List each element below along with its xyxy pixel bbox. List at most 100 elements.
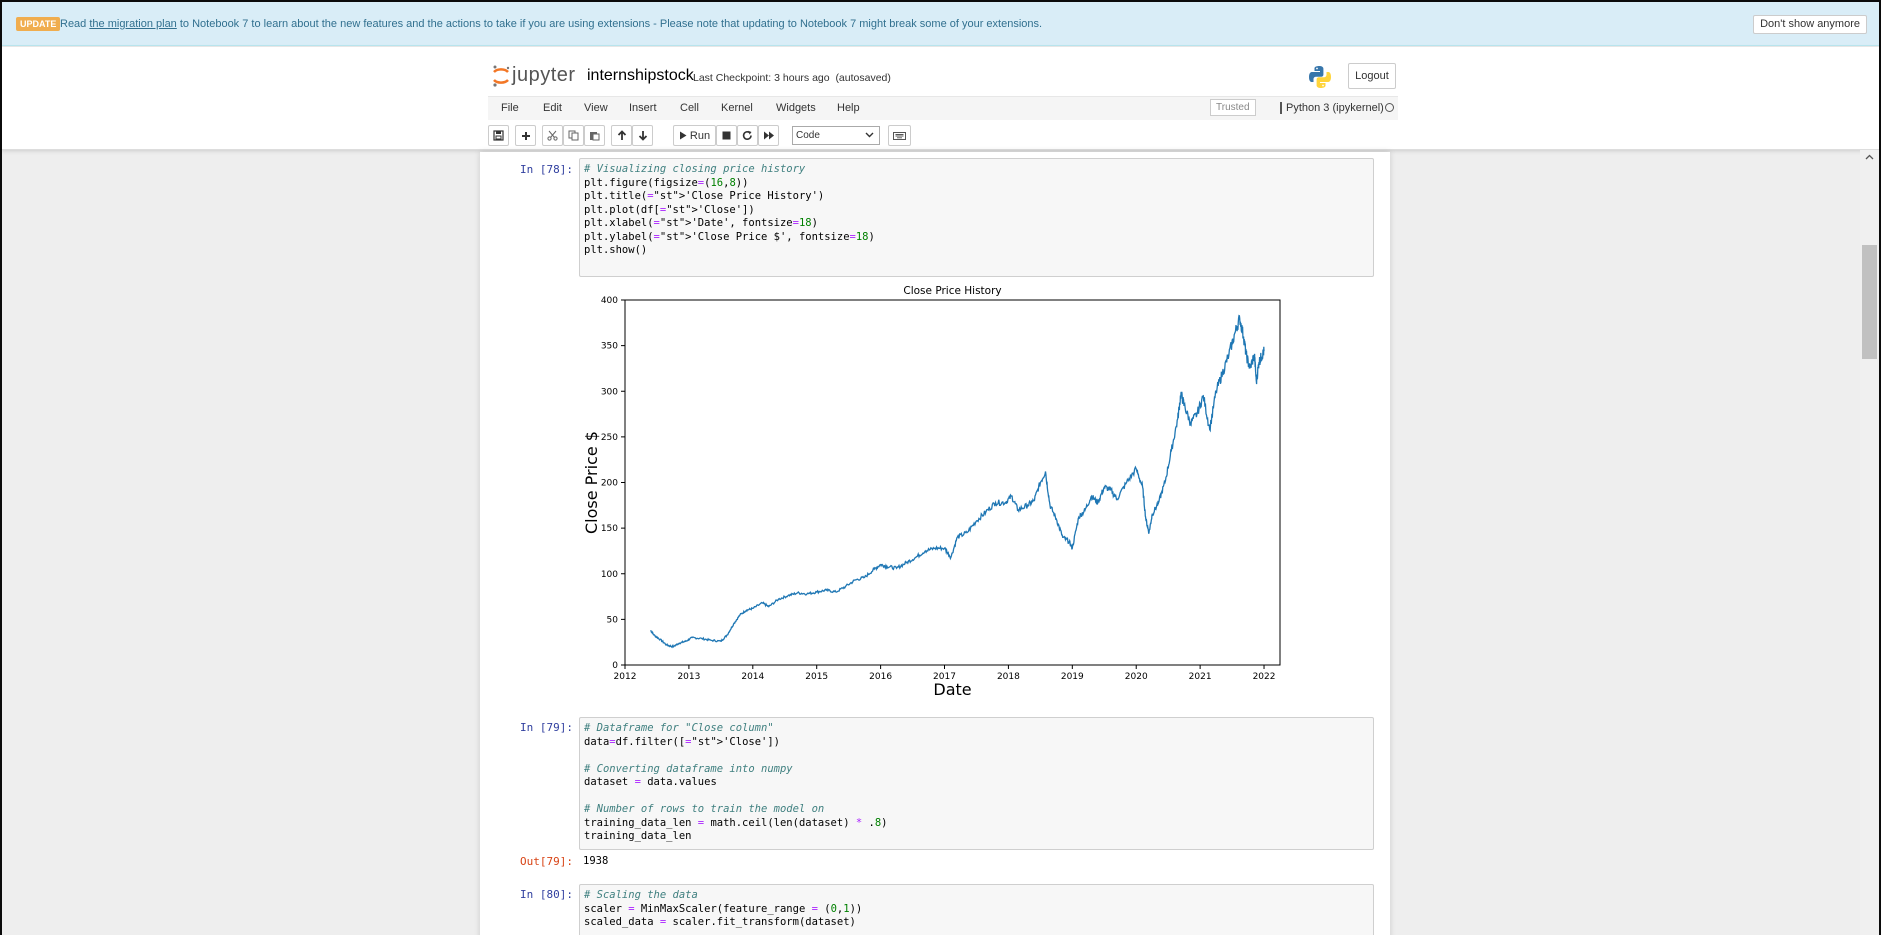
restart-button[interactable] [737,125,758,146]
logout-button[interactable]: Logout [1348,63,1396,89]
input-prompt: In [79]: [520,721,573,734]
code-cell-78[interactable]: # Visualizing closing price history plt.… [579,158,1374,277]
move-up-button[interactable] [611,125,632,146]
kernel-name[interactable]: Python 3 (ipykernel) [1280,102,1384,114]
cell-type-select[interactable]: Code [792,126,880,145]
menu-file[interactable]: File [501,102,519,114]
interrupt-button[interactable] [716,125,737,146]
x-tick-label: 2014 [741,672,764,682]
x-tick-label: 2012 [614,672,637,682]
output-prompt: Out[79]: [520,855,573,868]
restart-run-all-button[interactable] [758,125,779,146]
x-tick-label: 2019 [1061,672,1084,682]
scroll-up-icon[interactable] [1860,150,1879,164]
fast-forward-icon [763,131,774,140]
arrow-down-icon [638,131,647,141]
paste-button[interactable] [584,125,605,146]
command-palette-button[interactable] [888,125,911,146]
code-cell-79[interactable]: # Dataframe for "Close column" data=df.f… [579,717,1374,850]
cell-output: 1938 [583,855,609,867]
notebook-header: jupyter internshipstock Last Checkpoint:… [2,47,1879,150]
code-line: plt.ylabel(="st">'Close Price $', fontsi… [584,230,875,243]
menu-insert[interactable]: Insert [629,102,657,114]
y-tick-label: 100 [601,570,618,580]
code-line: plt.title(="st">'Close Price History') [584,190,825,202]
menu-widgets[interactable]: Widgets [776,102,816,114]
x-tick-label: 2021 [1189,672,1212,682]
y-tick-label: 400 [601,296,618,306]
notebook-name[interactable]: internshipstock [587,67,694,85]
x-tick-label: 2022 [1253,672,1276,682]
y-tick-label: 150 [601,524,618,534]
input-prompt: In [80]: [520,888,573,901]
x-tick-label: 2018 [997,672,1020,682]
banner-text-after: to Notebook 7 to learn about the new fea… [176,18,1043,30]
jupyter-logo-icon[interactable] [491,64,511,88]
code-line: plt.plot(df[="st">'Close']) [584,203,755,216]
code-line: # Visualizing closing price history [584,163,806,175]
update-banner: UPDATE Read the migration plan to Notebo… [2,0,1879,46]
x-tick-label: 2020 [1125,672,1148,682]
checkpoint-status: Last Checkpoint: 3 hours ago (autosaved) [693,72,891,84]
code-line: # Scaling the data [584,889,698,901]
y-axis-label: Close Price $ [582,431,601,534]
code-line: data=df.filter([="st">'Close']) [584,735,781,748]
code-line: plt.figure(figsize=(16,8)) [584,176,749,189]
banner-message: Read the migration plan to Notebook 7 to… [60,17,1042,31]
run-label: Run [689,129,711,142]
y-tick-label: 0 [612,661,618,671]
insert-cell-button[interactable] [515,125,536,146]
run-button[interactable]: Run [673,125,716,146]
x-tick-label: 2016 [869,672,892,682]
restart-icon [742,130,752,140]
kernel-status-icon [1385,103,1394,112]
menu-help[interactable]: Help [837,102,860,114]
code-line: dataset = data.values [584,776,717,788]
y-tick-label: 350 [601,342,618,352]
input-prompt: In [78]: [520,163,573,176]
cut-button[interactable] [542,125,563,146]
code-line: # Number of rows to train the model on [584,803,825,815]
y-tick-label: 250 [601,433,618,443]
plus-icon [521,131,530,140]
update-badge: UPDATE [16,17,61,31]
menu-view[interactable]: View [584,102,608,114]
chevron-down-icon [865,132,874,138]
menu-edit[interactable]: Edit [543,102,562,114]
stop-icon [722,131,731,140]
copy-button[interactable] [563,125,584,146]
x-tick-label: 2013 [677,672,700,682]
last-checkpoint: Last Checkpoint: 3 hours ago [693,72,830,84]
migration-plan-link[interactable]: the migration plan [89,18,176,30]
notebook-container: In [78]: # Visualizing closing price his… [480,152,1390,935]
chart-title: Close Price History [903,285,1001,297]
banner-text-before: Read [60,18,90,30]
x-tick-label: 2017 [933,672,956,682]
code-line: scaled_data = scaler.fit_transform(datas… [584,916,856,928]
y-tick-label: 200 [601,479,618,489]
save-icon [493,130,504,141]
scrollbar-thumb[interactable] [1862,245,1877,359]
code-line: training_data_len [584,830,692,842]
code-cell-80[interactable]: # Scaling the data scaler = MinMaxScaler… [579,884,1374,935]
jupyter-logo-text: jupyter [512,64,576,86]
code-line: scaler = MinMaxScaler(feature_range = (0… [584,902,863,915]
x-tick-label: 2015 [805,672,828,682]
plot-area [624,299,1281,666]
move-down-button[interactable] [632,125,653,146]
y-tick-label: 50 [607,615,619,625]
x-axis-label: Date [933,680,971,699]
code-line: plt.show() [584,244,648,256]
save-button[interactable] [488,125,509,146]
cell-type-value: Code [796,130,820,141]
menu-kernel[interactable]: Kernel [721,102,753,114]
arrow-up-icon [617,130,626,140]
code-line: # Converting dataframe into numpy [584,762,793,775]
code-line: training_data_len = math.ceil(len(datase… [584,816,888,829]
trusted-indicator[interactable]: Trusted [1210,99,1256,116]
dont-show-anymore-button[interactable]: Don't show anymore [1753,15,1867,34]
code-line: # Dataframe for "Close column" [584,722,774,734]
menu-cell[interactable]: Cell [680,102,699,114]
autosaved-label: (autosaved) [835,72,891,84]
menu-bar: File Edit View Insert Cell Kernel Widget… [488,96,1398,120]
